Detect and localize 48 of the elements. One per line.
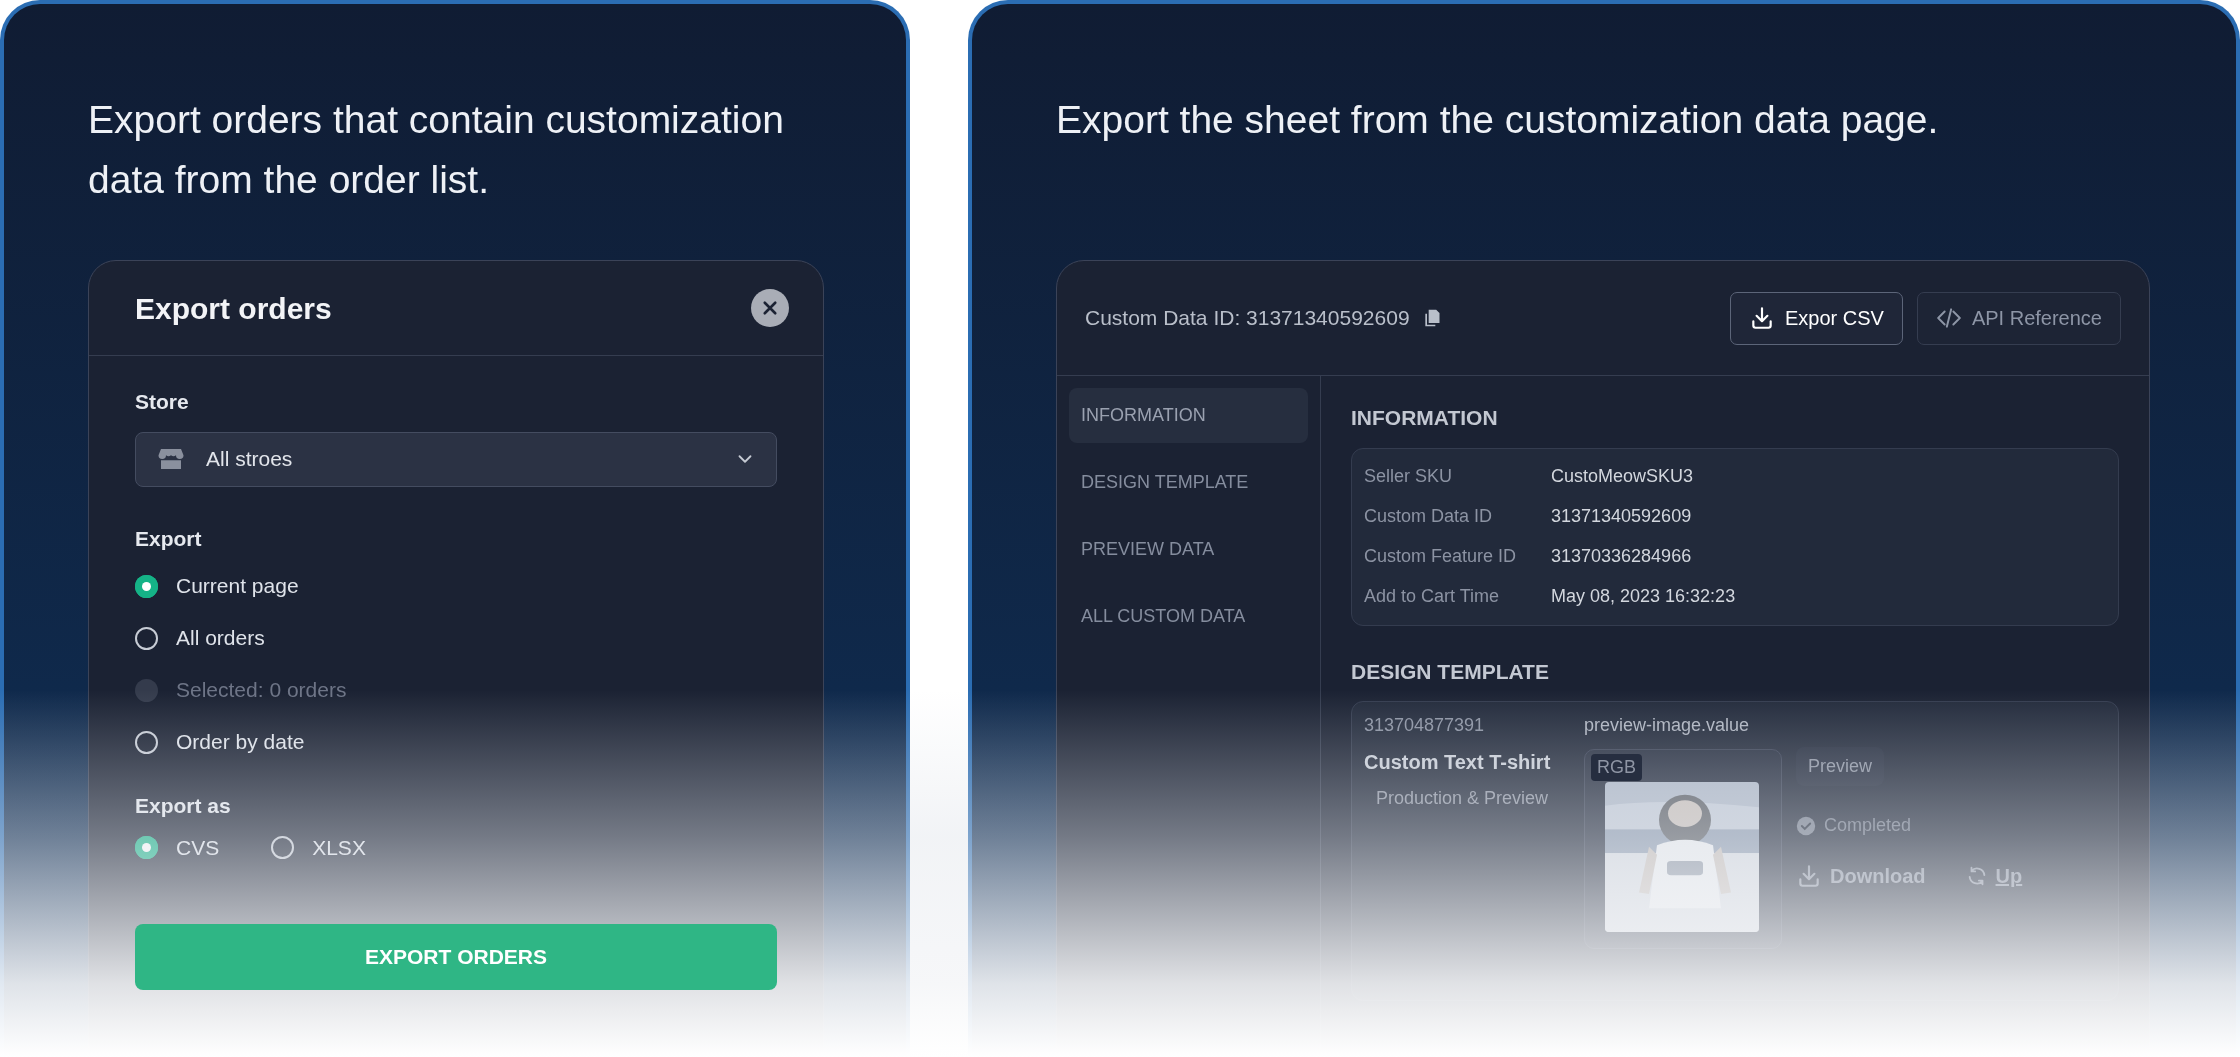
template-subtitle: Production & Preview: [1375, 787, 1550, 810]
radio-button[interactable]: [135, 836, 158, 859]
sidebar-item[interactable]: DESIGN TEMPLATE: [1069, 455, 1308, 510]
field-label: Store: [135, 389, 190, 415]
template-name: Custom Text T-shirt: [1364, 750, 1552, 775]
dialog-title: Export orders: [135, 290, 332, 327]
field-label: Add to Cart Time: [1364, 585, 1501, 608]
section-title: DESIGN TEMPLATE: [1351, 658, 1550, 685]
option-label: All orders: [176, 625, 265, 652]
option-label: Order by date: [176, 729, 305, 756]
section-title: INFORMATION: [1351, 405, 1499, 431]
download-icon: [1749, 305, 1775, 331]
download-icon: [1796, 863, 1822, 889]
sidebar-item[interactable]: PREVIEW DATA: [1069, 522, 1308, 577]
sidebar-item[interactable]: ALL CUSTOM DATA: [1069, 589, 1308, 644]
field-label: Seller SKU: [1364, 465, 1454, 488]
option-label: CVS: [176, 834, 220, 861]
export-csv-button[interactable]: Expor CSV: [1730, 291, 1903, 345]
close-icon: [761, 299, 779, 317]
store-select[interactable]: All stroes: [135, 431, 777, 487]
heading-text: Export orders that contain customization data from the order list.: [88, 97, 785, 203]
field-value: May 08, 2023 16:32:23: [1551, 585, 1736, 608]
radio-button[interactable]: [135, 730, 158, 754]
template-id: 313704877391: [1364, 714, 1486, 737]
heading-text: Export the sheet from the customization data page.: [1056, 97, 1940, 143]
field-value: 31371340592609: [1551, 505, 1692, 528]
field-label: Export as: [135, 793, 232, 819]
check-circle-icon: [1796, 815, 1816, 836]
radio-button[interactable]: [135, 626, 158, 650]
export-button[interactable]: EXPORT ORDERS: [135, 923, 777, 990]
option-label: Selected: 0 orders: [176, 677, 347, 704]
code-icon: [1935, 305, 1962, 331]
api-reference-button[interactable]: API Reference: [1916, 291, 2121, 345]
field-value: CustoMeowSKU3: [1551, 465, 1694, 488]
field-label: Custom Data ID: [1364, 505, 1494, 528]
field-label: Export: [135, 525, 203, 552]
preview-tag: Preview: [1796, 747, 1885, 786]
close-button[interactable]: [751, 289, 789, 327]
option-label: XLSX: [312, 834, 366, 861]
option-label: Current page: [176, 573, 299, 600]
sidebar-item[interactable]: INFORMATION: [1069, 388, 1308, 443]
field-name: preview-image.value: [1584, 714, 1751, 737]
field-label: Custom Feature ID: [1364, 545, 1518, 568]
radio-button[interactable]: [135, 574, 158, 598]
custom-data-id: Custom Data ID: 31371340592609: [1085, 305, 1410, 332]
field-value: 31370336284966: [1551, 545, 1692, 568]
image-tag: RGB: [1591, 754, 1642, 781]
radio-button[interactable]: [271, 836, 295, 859]
